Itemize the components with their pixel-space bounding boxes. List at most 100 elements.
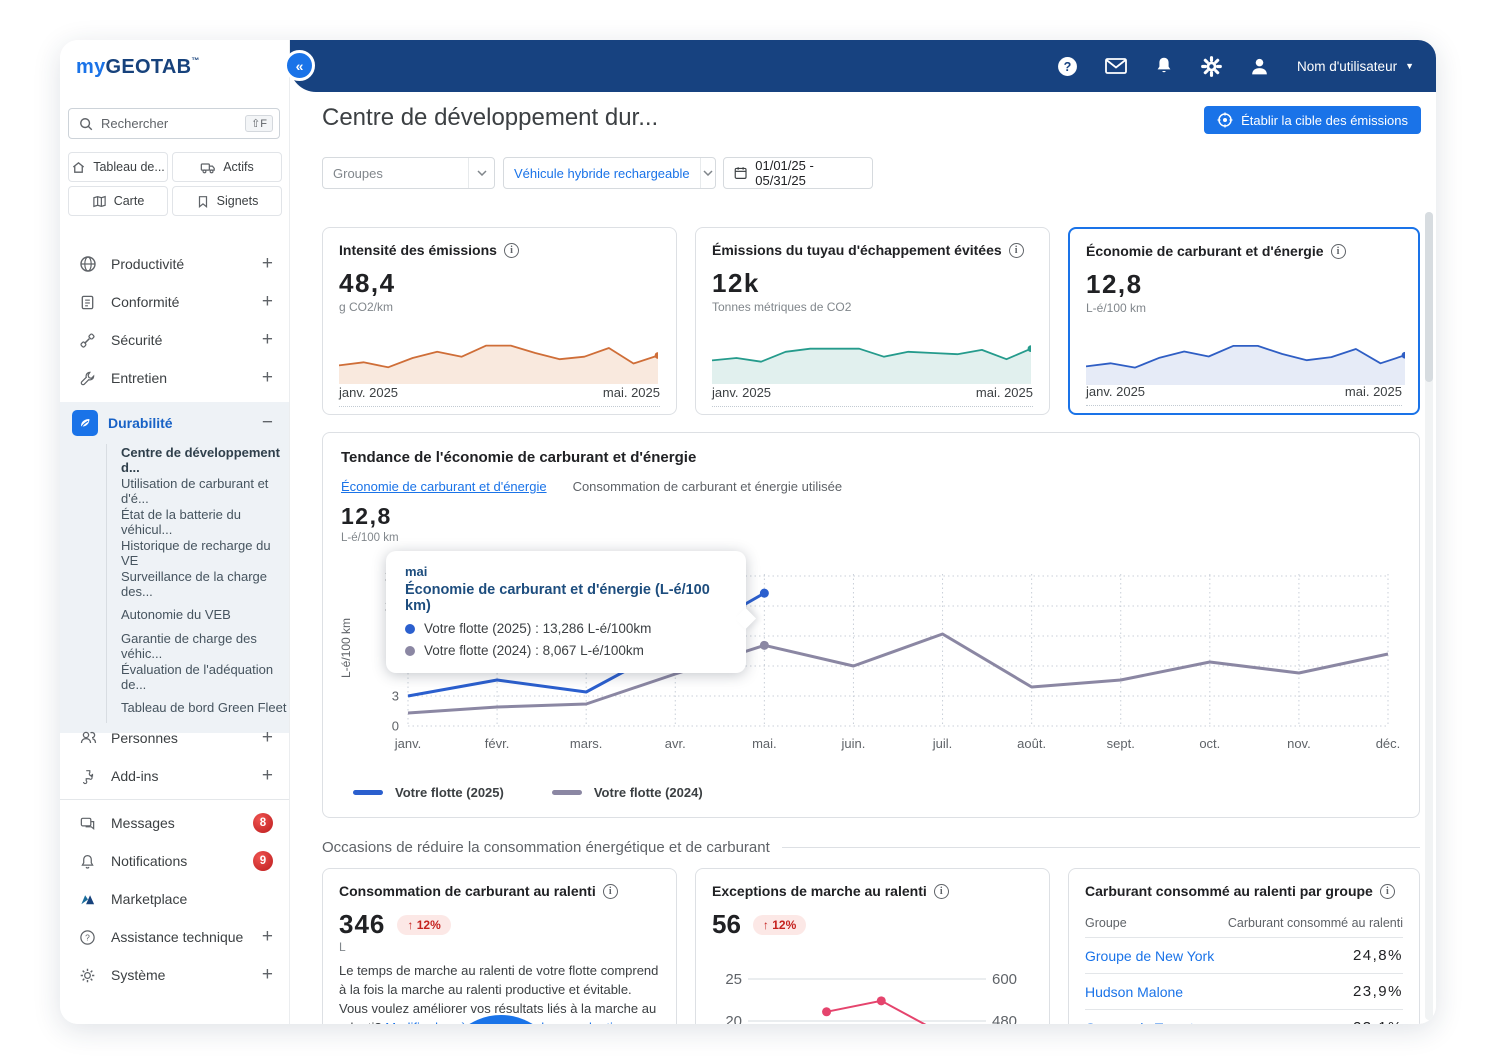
expand-icon[interactable]: +: [262, 964, 273, 986]
submenu-item[interactable]: Utilisation de carburant et d'é...: [107, 475, 289, 506]
main-content: Centre de développement dur... Établir l…: [290, 92, 1436, 1024]
assets-button[interactable]: Actifs: [172, 152, 282, 182]
legend-item[interactable]: Votre flotte (2024): [552, 785, 703, 800]
help-icon[interactable]: ?: [1057, 55, 1079, 77]
info-icon[interactable]: i: [1380, 884, 1395, 899]
date-range-picker[interactable]: 01/01/25 - 05/31/25: [723, 157, 873, 189]
sidebar-item-conformite[interactable]: Conformité +: [60, 283, 289, 321]
sidebar-item-durabilite[interactable]: Durabilité −: [60, 402, 289, 444]
chart-legend: Votre flotte (2025) Votre flotte (2024): [353, 785, 703, 800]
tab-fuel-energy-economy[interactable]: Économie de carburant et d'énergie: [341, 479, 547, 494]
kpi-value: 48,4: [339, 268, 660, 299]
user-menu[interactable]: Nom d'utilisateur ▼: [1297, 59, 1414, 74]
submenu-item[interactable]: Centre de développement d...: [107, 444, 289, 475]
mail-icon[interactable]: [1105, 55, 1127, 77]
logo-geotab: GEOTAB: [106, 56, 192, 78]
messages-badge: 8: [253, 813, 273, 833]
spark-end-label: mai. 2025: [603, 385, 660, 400]
submenu-item[interactable]: Garantie de charge des véhic...: [107, 630, 289, 661]
gear-icon: [78, 966, 97, 985]
sidebar-item-productivite[interactable]: Productivité +: [60, 245, 289, 283]
sidebar-item-systeme[interactable]: Système +: [60, 956, 289, 994]
search-shortcut: ⇧F: [245, 115, 273, 132]
trend-tabs: Économie de carburant et d'énergie Conso…: [341, 479, 842, 494]
group-link[interactable]: Groupe de Toronto: [1085, 1020, 1202, 1025]
dashboard-button[interactable]: Tableau de...: [68, 152, 168, 182]
kpi-card-fuel-energy-economy[interactable]: Économie de carburant et d'énergiei 12,8…: [1068, 227, 1420, 415]
tab-fuel-energy-consumed[interactable]: Consommation de carburant et énergie uti…: [573, 479, 843, 494]
svg-text:janv.: janv.: [394, 736, 422, 751]
scrollbar[interactable]: [1425, 212, 1433, 1020]
expand-icon[interactable]: +: [262, 367, 273, 389]
chevron-down-icon: ▼: [1405, 61, 1414, 71]
menu-label: Personnes: [111, 730, 262, 746]
people-icon: [78, 729, 97, 748]
gear-icon[interactable]: [1201, 55, 1223, 77]
group-link[interactable]: Hudson Malone: [1085, 984, 1183, 1000]
submenu-item[interactable]: Évaluation de l'adéquation de...: [107, 661, 289, 692]
bell-icon[interactable]: [1153, 55, 1175, 77]
kpi-card-emissions-intensity[interactable]: Intensité des émissionsi 48,4 g CO2/km j…: [322, 227, 677, 415]
expand-icon[interactable]: +: [262, 253, 273, 275]
info-icon[interactable]: i: [934, 884, 949, 899]
expand-icon[interactable]: +: [262, 291, 273, 313]
bookmarks-button[interactable]: Signets: [172, 186, 282, 216]
info-icon[interactable]: i: [504, 243, 519, 258]
menu-label: Add-ins: [111, 768, 262, 784]
quick-buttons: Tableau de... Actifs Carte Signets: [68, 152, 282, 216]
sidebar-collapse-button[interactable]: «: [284, 50, 315, 81]
idle-fuel-consumption-card: Consommation de carburant au ralentii 34…: [322, 868, 677, 1024]
map-button[interactable]: Carte: [68, 186, 168, 216]
expand-icon[interactable]: +: [262, 926, 273, 948]
submenu-item[interactable]: Surveillance de la charge des...: [107, 568, 289, 599]
chevron-down-icon: [468, 158, 494, 188]
sidebar-item-addins[interactable]: Add-ins +: [60, 757, 289, 795]
svg-text:nov.: nov.: [1287, 736, 1311, 751]
sidebar-item-notifications[interactable]: Notifications 9: [60, 842, 289, 880]
submenu-item[interactable]: Autonomie du VEB: [107, 599, 289, 630]
quick-label: Actifs: [223, 160, 254, 174]
expand-icon[interactable]: +: [262, 329, 273, 351]
left-tick: 25: [714, 971, 742, 988]
chat-icon: [78, 814, 97, 833]
groups-select[interactable]: Groupes: [322, 157, 495, 189]
scrollbar-thumb[interactable]: [1425, 212, 1433, 382]
set-emissions-target-button[interactable]: Établir la cible des émissions: [1204, 106, 1421, 134]
table-row: Groupe de New York24,8%: [1085, 937, 1403, 973]
sidebar-durabilite-block: Durabilité − Centre de développement d..…: [60, 402, 289, 733]
info-icon[interactable]: i: [1009, 243, 1024, 258]
info-icon[interactable]: i: [1331, 244, 1346, 259]
svg-text:?: ?: [1064, 59, 1072, 73]
group-table-rows: Groupe de New York24,8%Hudson Malone23,9…: [1085, 937, 1403, 1024]
wrench-icon: [78, 369, 97, 388]
sidebar-item-marketplace[interactable]: Marketplace: [60, 880, 289, 918]
sidebar-item-messages[interactable]: Messages 8: [60, 804, 289, 842]
button-label: Établir la cible des émissions: [1241, 113, 1408, 128]
submenu-item[interactable]: État de la batterie du véhicul...: [107, 506, 289, 537]
map-icon: [92, 194, 107, 209]
info-icon[interactable]: i: [603, 884, 618, 899]
sidebar-item-assistance[interactable]: ? Assistance technique +: [60, 918, 289, 956]
collapse-section-icon[interactable]: −: [262, 412, 273, 434]
sidebar-item-securite[interactable]: Sécurité +: [60, 321, 289, 359]
tooltip-rows: Votre flotte (2025) : 13,286 L-é/100kmVo…: [405, 621, 727, 658]
trend-title: Tendance de l'économie de carburant et d…: [341, 449, 696, 466]
search-icon: [79, 117, 93, 131]
search-input[interactable]: Rechercher ⇧F: [68, 108, 280, 139]
expand-icon[interactable]: +: [262, 765, 273, 787]
sidebar-item-personnes[interactable]: Personnes +: [60, 719, 289, 757]
legend-item[interactable]: Votre flotte (2025): [353, 785, 504, 800]
group-link[interactable]: Groupe de New York: [1085, 948, 1214, 964]
sidebar-item-entretien[interactable]: Entretien +: [60, 359, 289, 397]
expand-icon[interactable]: +: [262, 727, 273, 749]
kpi-card-tailpipe-emissions-avoided[interactable]: Émissions du tuyau d'échappement évitées…: [695, 227, 1050, 415]
kpi-unit: g CO2/km: [339, 300, 660, 314]
submenu-item[interactable]: Historique de recharge du VE: [107, 537, 289, 568]
user-icon[interactable]: [1249, 55, 1271, 77]
vehicle-type-select[interactable]: Véhicule hybride rechargeable: [503, 157, 716, 189]
spark-end-label: mai. 2025: [976, 385, 1033, 400]
svg-text:mai.: mai.: [752, 736, 777, 751]
sidebar-divider: [60, 799, 289, 800]
quick-label: Signets: [217, 194, 259, 208]
tooltip-row: Votre flotte (2024) : 8,067 L-é/100km: [405, 643, 727, 658]
